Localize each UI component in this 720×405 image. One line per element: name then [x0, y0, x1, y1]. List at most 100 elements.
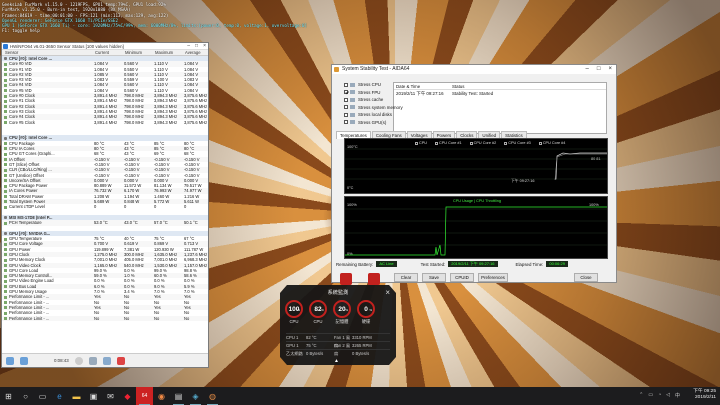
- close-window-button[interactable]: Close: [574, 273, 598, 282]
- chevron-up-icon[interactable]: ▲: [334, 358, 339, 364]
- checkbox[interactable]: [344, 97, 348, 102]
- system-tray: ⌃ ▭ ◔ ◁ 中: [639, 392, 680, 399]
- gauge-label: CPU: [289, 319, 299, 324]
- nav-back-icon[interactable]: [6, 356, 14, 365]
- volume-icon[interactable]: ◁: [666, 392, 670, 399]
- hwinfo-titlebar[interactable]: HWiNFO64 v6.01-3650 Sensor Status [100 v…: [2, 43, 208, 50]
- osd-line: F1: toggle help: [2, 28, 40, 34]
- gauge-value: 0: [364, 305, 368, 313]
- stat-cell: [334, 350, 352, 358]
- table-row[interactable]: Performance Limit - ... No No No No: [2, 315, 208, 321]
- start-icon[interactable]: ⊞: [0, 387, 17, 405]
- action-buttons: Clear Save CPUID Preferences Close: [394, 273, 598, 282]
- stat-cell: 乙太網路: [286, 351, 303, 356]
- aida64-window[interactable]: System Stability Test - AIDA64 – □ × Dat…: [331, 64, 617, 283]
- elapsed-timer: 0:08:43: [54, 358, 69, 363]
- gauge-unit: %: [297, 308, 300, 312]
- hardware-icon: [350, 112, 355, 117]
- clock[interactable]: 下午 09:25 2019/2/11: [693, 389, 716, 401]
- gauge-label: 硬碟: [361, 319, 371, 324]
- close-button[interactable]: ×: [203, 43, 206, 50]
- ime-icon[interactable]: 中: [675, 392, 680, 399]
- aida64-titlebar[interactable]: System Stability Test - AIDA64 – □ ×: [332, 65, 616, 74]
- battery-icon[interactable]: ▭: [648, 392, 653, 399]
- stat-cell: 0 Bytes/s: [306, 351, 324, 356]
- status-log: Date & Time Status 2019/2/11 下午 09:27:16 S…: [393, 82, 607, 134]
- mail-icon[interactable]: ✉: [102, 387, 119, 405]
- aida64-taskbar-icon[interactable]: 64: [136, 387, 153, 405]
- elapsed-value: 00:06:29: [546, 261, 568, 267]
- usage-lines: [345, 206, 607, 256]
- store-icon[interactable]: ▣: [85, 387, 102, 405]
- stress-option[interactable]: Stress GPU(s): [344, 120, 386, 125]
- gauge-label: 記憶體: [335, 319, 349, 324]
- maximize-button[interactable]: □: [597, 65, 601, 74]
- cpuid-button[interactable]: CPUID: [450, 273, 474, 282]
- preferences-button[interactable]: Preferences: [478, 273, 508, 282]
- stress-label: Stress FPU: [358, 89, 381, 95]
- checkbox[interactable]: [344, 120, 348, 124]
- sensor-name: Performance Limit - ...: [2, 316, 92, 321]
- app-icon[interactable]: ▤: [170, 387, 187, 405]
- stat-cell: 0 Bytes/s: [352, 351, 370, 356]
- aida64-app-icon: [334, 67, 339, 72]
- stress-option[interactable]: Stress FPU: [344, 90, 380, 95]
- overlay-record-icon[interactable]: [368, 273, 380, 285]
- search-icon[interactable]: ○: [17, 387, 34, 405]
- stat-row: CPU 1 82 °C Fan 1 風扇 3310 RPM: [286, 333, 390, 348]
- hwinfo-title: HWiNFO64 v6.01-3650 Sensor Status [100 v…: [10, 44, 124, 49]
- stat-row: GPU 1 75 °C Fan 2 風扇 3265 RPM: [286, 341, 390, 356]
- overlay-mode-icon[interactable]: [340, 273, 352, 285]
- hardware-icon: [350, 97, 355, 102]
- battery-label: Remaining Battery:: [336, 261, 374, 267]
- gauge: 100% CPU: [284, 300, 304, 325]
- stress-option[interactable]: Stress cache: [344, 97, 383, 102]
- gauge-row: 100% CPU 82 °C CPU 20% 記憶體 0% 硬碟: [284, 300, 376, 325]
- checkbox[interactable]: [344, 112, 348, 117]
- hwinfo-app-icon: [3, 44, 8, 49]
- furmark-taskbar-icon[interactable]: ◍: [204, 387, 221, 405]
- system-monitor-overlay[interactable]: 系統監測 × 100% CPU 82 °C CPU 20% 記憶體 0% 硬碟 CPU 1 82 …: [280, 285, 396, 365]
- clock-date: 2019/2/11: [695, 395, 716, 400]
- stress-label: Stress system memory: [358, 104, 403, 110]
- hardware-icon: [350, 90, 355, 94]
- reset-icon[interactable]: [88, 356, 97, 365]
- hwinfo-taskbar-icon[interactable]: ◈: [187, 387, 204, 405]
- gauge: 82 °C CPU: [308, 300, 328, 325]
- clock-icon[interactable]: [74, 356, 83, 365]
- aida64-title: System Stability Test - AIDA64: [342, 66, 410, 72]
- sensor-table[interactable]: CPU [#0]: Intel Core ... Core #0 VID 1.084…: [2, 56, 208, 356]
- minimize-button[interactable]: –: [187, 43, 190, 50]
- close-icon[interactable]: ×: [385, 289, 390, 297]
- file-explorer-icon[interactable]: ▬: [68, 387, 85, 405]
- tray-arrow-icon[interactable]: ⌃: [639, 392, 643, 399]
- checkbox[interactable]: [344, 90, 348, 94]
- stress-option[interactable]: Stress local disks: [344, 112, 392, 117]
- close-button[interactable]: ×: [608, 65, 612, 74]
- checkbox[interactable]: [344, 82, 348, 87]
- started-label: Test Started:: [420, 261, 446, 267]
- edge-icon[interactable]: e: [51, 387, 68, 405]
- stress-option[interactable]: Stress CPU: [344, 82, 381, 87]
- temperature-lines: [345, 148, 607, 181]
- checkbox[interactable]: [344, 105, 348, 109]
- network-icon[interactable]: ◔: [658, 392, 661, 399]
- settings-icon[interactable]: [102, 356, 111, 365]
- chrome-icon[interactable]: ◉: [153, 387, 170, 405]
- msi-dragon-icon[interactable]: ◆: [119, 387, 136, 405]
- task-view-icon[interactable]: ▭: [34, 387, 51, 405]
- clear-button[interactable]: Clear: [394, 273, 418, 282]
- stress-option[interactable]: Stress system memory: [344, 105, 403, 110]
- log-datetime: 2019/2/11 下午 09:27:16: [396, 91, 444, 96]
- hwinfo-window[interactable]: HWiNFO64 v6.01-3650 Sensor Status [100 v…: [1, 42, 209, 368]
- save-button[interactable]: Save: [422, 273, 446, 282]
- sensor-value: No: [154, 315, 160, 321]
- gauge-ring: 20%: [333, 300, 351, 318]
- stress-label: Stress cache: [358, 97, 384, 102]
- close-sensors-icon[interactable]: [116, 356, 125, 365]
- cpu-usage-graph: CPU Usage | CPU Throttling 100% 0% 100%: [344, 196, 608, 259]
- maximize-button[interactable]: □: [195, 43, 198, 50]
- hardware-icon: [350, 82, 355, 87]
- nav-forward-icon[interactable]: [20, 356, 28, 365]
- minimize-button[interactable]: –: [586, 65, 589, 74]
